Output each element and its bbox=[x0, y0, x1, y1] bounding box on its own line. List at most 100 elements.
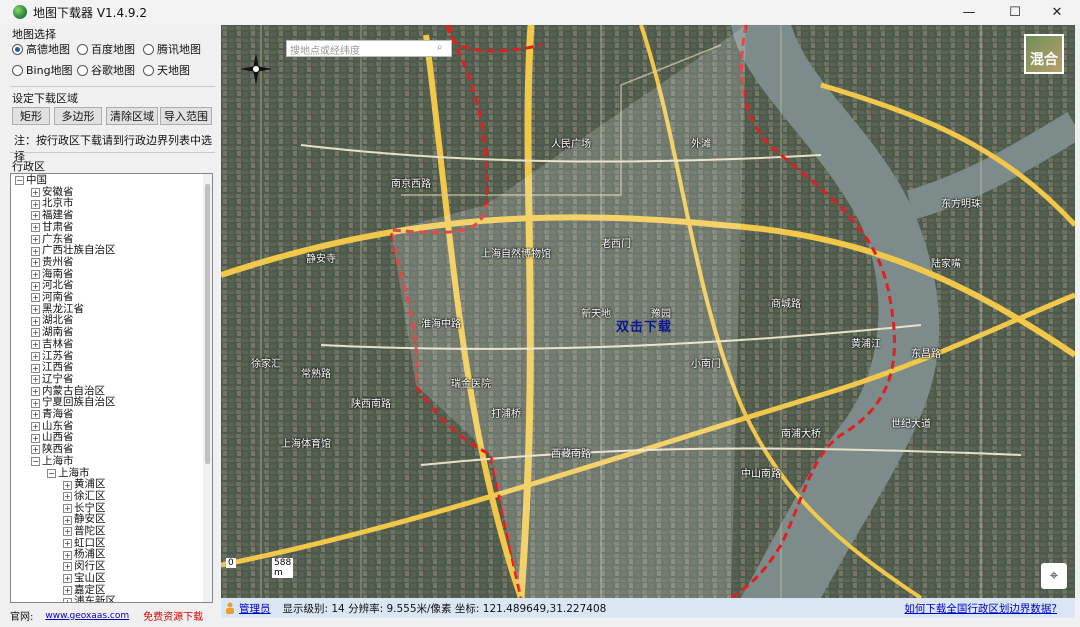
map-place-label: 西藏南路 bbox=[551, 449, 591, 460]
tree-item-label: 上海市 bbox=[42, 454, 74, 467]
expand-icon[interactable]: + bbox=[63, 527, 72, 537]
expand-icon[interactable]: + bbox=[31, 293, 40, 303]
admin-tree[interactable]: − 中国 + 安徽省 + 北京市 + 福建省 + 甘肃省 + 广东省 + 广西壮族自治区 + 贵州省 + 海南省 +… bbox=[10, 173, 213, 603]
expand-icon[interactable]: + bbox=[63, 550, 72, 560]
collapse-icon[interactable]: − bbox=[31, 457, 40, 467]
expand-icon[interactable]: + bbox=[31, 199, 40, 209]
map-search-input[interactable]: 搜地点或经纬度 bbox=[286, 40, 452, 57]
map-source-radio[interactable]: 谷歌地图 bbox=[77, 62, 135, 78]
tree-root[interactable]: − 中国 bbox=[15, 174, 47, 187]
collapse-icon[interactable]: − bbox=[47, 468, 56, 478]
admin-tree-label: 行政区 bbox=[12, 160, 45, 173]
close-button[interactable]: ✕ bbox=[1034, 0, 1080, 24]
expand-icon[interactable]: + bbox=[31, 363, 40, 373]
radio-dot[interactable] bbox=[12, 43, 23, 55]
map-view[interactable]: 人民广场 南京西路 上海自然博物馆 静安寺 老西门 新天地 豫园 小南门 陆家嘴 东昌路 世纪大道商… bbox=[221, 25, 1075, 598]
tree-item-label: 辽宁省 bbox=[42, 372, 74, 385]
expand-icon[interactable]: + bbox=[31, 258, 40, 268]
map-place-label: 老西门 bbox=[601, 239, 631, 250]
maximize-button[interactable]: ☐ bbox=[992, 0, 1038, 24]
expand-icon[interactable]: + bbox=[63, 480, 72, 490]
radio-dot[interactable] bbox=[77, 64, 88, 76]
expand-icon[interactable]: + bbox=[31, 433, 40, 443]
expand-icon[interactable]: + bbox=[63, 562, 72, 572]
expand-icon[interactable]: + bbox=[31, 375, 40, 385]
admin-link[interactable]: 管理员 bbox=[239, 601, 271, 616]
expand-icon[interactable]: + bbox=[31, 340, 40, 350]
expand-icon[interactable]: + bbox=[31, 305, 40, 315]
tree-district[interactable]: + 宝山区 bbox=[63, 571, 106, 585]
expand-icon[interactable]: + bbox=[31, 188, 40, 198]
tree-scrollbar[interactable] bbox=[203, 174, 212, 602]
expand-icon[interactable]: + bbox=[31, 410, 40, 420]
rect-button[interactable]: 矩形 bbox=[12, 107, 50, 125]
expand-icon[interactable]: + bbox=[63, 492, 72, 502]
collapse-icon[interactable]: − bbox=[15, 176, 24, 186]
tree-province[interactable]: + 贵州省 bbox=[31, 256, 74, 269]
locate-icon[interactable]: ⌖ bbox=[1041, 563, 1067, 589]
radio-dot[interactable] bbox=[77, 43, 88, 55]
tree-province[interactable]: − 上海市 bbox=[31, 454, 74, 468]
tree-province[interactable]: + 青海省 bbox=[31, 408, 74, 421]
compass-icon bbox=[240, 53, 272, 85]
expand-icon[interactable]: + bbox=[31, 211, 40, 221]
scroll-thumb[interactable] bbox=[205, 184, 210, 464]
map-place-label: 新天地 bbox=[581, 309, 611, 320]
title-bar: 地图下载器 V1.4.9.2 — ☐ ✕ bbox=[0, 0, 1080, 24]
tree-district[interactable]: + 普陀区 bbox=[63, 525, 106, 538]
expand-icon[interactable]: + bbox=[31, 351, 40, 361]
map-source-radio[interactable]: 高德地图 bbox=[12, 41, 70, 57]
expand-icon[interactable]: + bbox=[31, 281, 40, 291]
expand-icon[interactable]: + bbox=[63, 574, 72, 584]
divider bbox=[10, 86, 215, 87]
tree-item-label: 宝山区 bbox=[74, 571, 106, 584]
map-source-radio[interactable]: 腾讯地图 bbox=[143, 41, 201, 57]
expand-icon[interactable]: + bbox=[31, 445, 40, 455]
expand-icon[interactable]: + bbox=[31, 386, 40, 396]
map-source-radio[interactable]: 天地图 bbox=[143, 62, 190, 78]
expand-icon[interactable]: + bbox=[31, 328, 40, 338]
website-link[interactable]: www.geoxaas.com bbox=[45, 611, 129, 621]
polygon-button[interactable]: 多边形 bbox=[54, 107, 102, 125]
expand-icon[interactable]: + bbox=[31, 234, 40, 244]
tree-item-label: 甘肃省 bbox=[42, 220, 74, 233]
expand-icon[interactable]: + bbox=[31, 398, 40, 408]
map-source-radio[interactable]: Bing地图 bbox=[12, 62, 73, 78]
scale-right-label: 588 m bbox=[272, 558, 294, 578]
tree-province[interactable]: + 辽宁省 bbox=[31, 372, 74, 386]
tree-district[interactable]: + 浦东新区 bbox=[63, 595, 116, 602]
expand-icon[interactable]: + bbox=[31, 269, 40, 279]
expand-icon[interactable]: + bbox=[31, 422, 40, 432]
expand-icon[interactable]: + bbox=[31, 246, 40, 256]
expand-icon[interactable]: + bbox=[31, 316, 40, 326]
radio-label: 天地图 bbox=[157, 64, 190, 77]
tree-province[interactable]: + 河南省 bbox=[31, 291, 74, 304]
minimize-button[interactable]: — bbox=[946, 0, 992, 24]
tree-province[interactable]: + 甘肃省 bbox=[31, 220, 74, 234]
clear-area-button[interactable]: 清除区域 bbox=[106, 107, 158, 125]
expand-icon[interactable]: + bbox=[63, 503, 72, 513]
status-bar: 管理员 显示级别: 14 分辨率: 9.555米/像素 坐标: 121.4896… bbox=[221, 598, 1075, 618]
layer-switch-button[interactable]: 混合 bbox=[1024, 34, 1064, 74]
tree-item-label: 吉林省 bbox=[42, 337, 74, 350]
expand-icon[interactable]: + bbox=[63, 585, 72, 595]
map-place-label: 小南门 bbox=[691, 359, 721, 370]
expand-icon[interactable]: + bbox=[31, 223, 40, 233]
map-place-label: 人民广场 bbox=[551, 139, 591, 150]
radio-dot[interactable] bbox=[12, 64, 23, 76]
import-range-button[interactable]: 导入范围 bbox=[160, 107, 212, 125]
map-source-radio[interactable]: 百度地图 bbox=[77, 41, 135, 57]
expand-icon[interactable]: + bbox=[63, 539, 72, 549]
radio-dot[interactable] bbox=[143, 43, 154, 55]
radio-dot[interactable] bbox=[143, 64, 154, 76]
free-resources-link[interactable]: 免费资源下载 bbox=[143, 608, 203, 623]
radio-label: 腾讯地图 bbox=[157, 43, 201, 56]
map-place-label: 南京西路 bbox=[391, 179, 431, 190]
boundary-help-link[interactable]: 如何下载全国行政区划边界数据? bbox=[904, 601, 1057, 616]
map-place-label: 打浦桥 bbox=[491, 409, 521, 420]
tree-district[interactable]: + 徐汇区 bbox=[63, 490, 106, 503]
search-icon[interactable]: ⌕ bbox=[437, 42, 449, 54]
tree-province[interactable]: + 吉林省 bbox=[31, 337, 74, 351]
expand-icon[interactable]: + bbox=[63, 597, 72, 602]
expand-icon[interactable]: + bbox=[63, 515, 72, 525]
